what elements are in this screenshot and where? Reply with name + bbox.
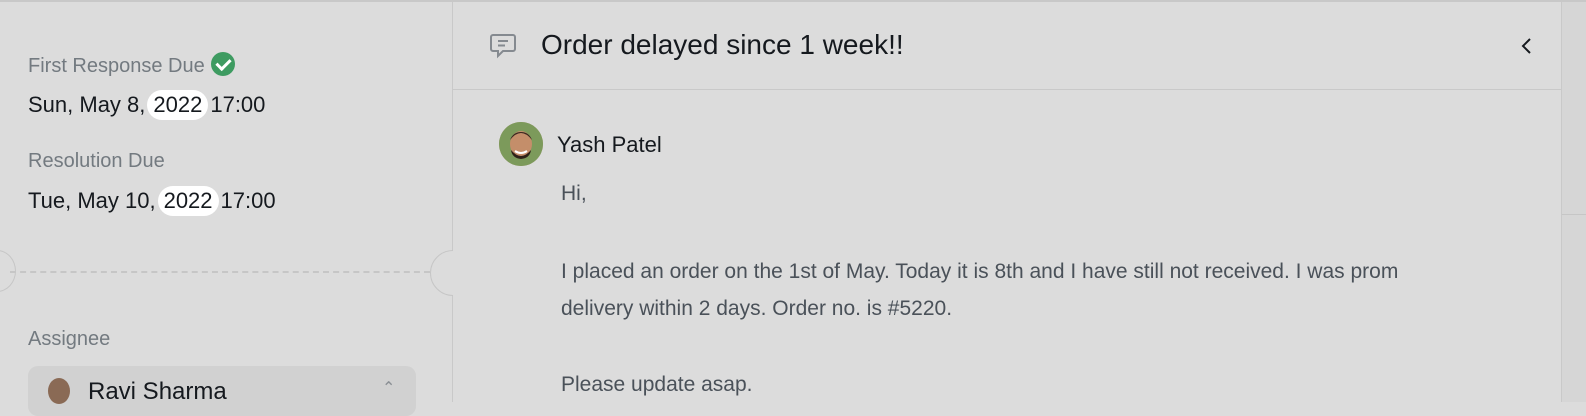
- resolution-due-label: Resolution Due: [28, 150, 165, 172]
- conversation-header: Order delayed since 1 week!!: [453, 2, 1561, 90]
- message-line: Hi,: [561, 182, 587, 205]
- first-response-label-text: First Response Due: [28, 55, 205, 77]
- message-square-icon: [490, 34, 516, 59]
- first-response-due-value: Sun, May 8, 2022 17:00: [28, 90, 265, 120]
- sender-avatar: [499, 122, 543, 166]
- scrollbar[interactable]: [1561, 2, 1586, 402]
- resolution-date: Tue, May 10,: [28, 188, 156, 213]
- chevron-left-icon[interactable]: [1517, 32, 1537, 60]
- assignee-avatar: [48, 378, 70, 404]
- scrollbar-divider: [1562, 214, 1586, 215]
- conversation-panel: Order delayed since 1 week!! Yash Patel …: [453, 2, 1561, 402]
- first-response-date: Sun, May 8,: [28, 92, 146, 117]
- resolution-time: 17:00: [220, 188, 276, 213]
- assignee-select[interactable]: Ravi Sharma ⌃: [28, 366, 416, 416]
- first-response-year-highlight: 2022: [147, 90, 209, 120]
- check-circle-icon: [210, 52, 235, 76]
- message-line: delivery within 2 days. Order no. is #52…: [561, 297, 953, 320]
- resolution-year-highlight: 2022: [157, 186, 219, 216]
- resolution-due-value: Tue, May 10, 2022 17:00: [28, 186, 276, 216]
- first-response-due-label: First Response Due: [28, 52, 235, 78]
- first-response-time: 17:00: [210, 92, 266, 117]
- ticket-details-panel: First Response Due Sun, May 8, 2022 17:00 …: [0, 2, 476, 416]
- message-line: Please update asap.: [561, 373, 753, 396]
- sender-name: Yash Patel: [557, 132, 662, 157]
- message-line: I placed an order on the 1st of May. Tod…: [561, 260, 1399, 283]
- chevron-updown-icon: ⌃: [382, 380, 396, 397]
- ticket-title: Order delayed since 1 week!!: [541, 29, 904, 60]
- section-divider: [10, 271, 430, 273]
- assignee-label: Assignee: [28, 328, 111, 350]
